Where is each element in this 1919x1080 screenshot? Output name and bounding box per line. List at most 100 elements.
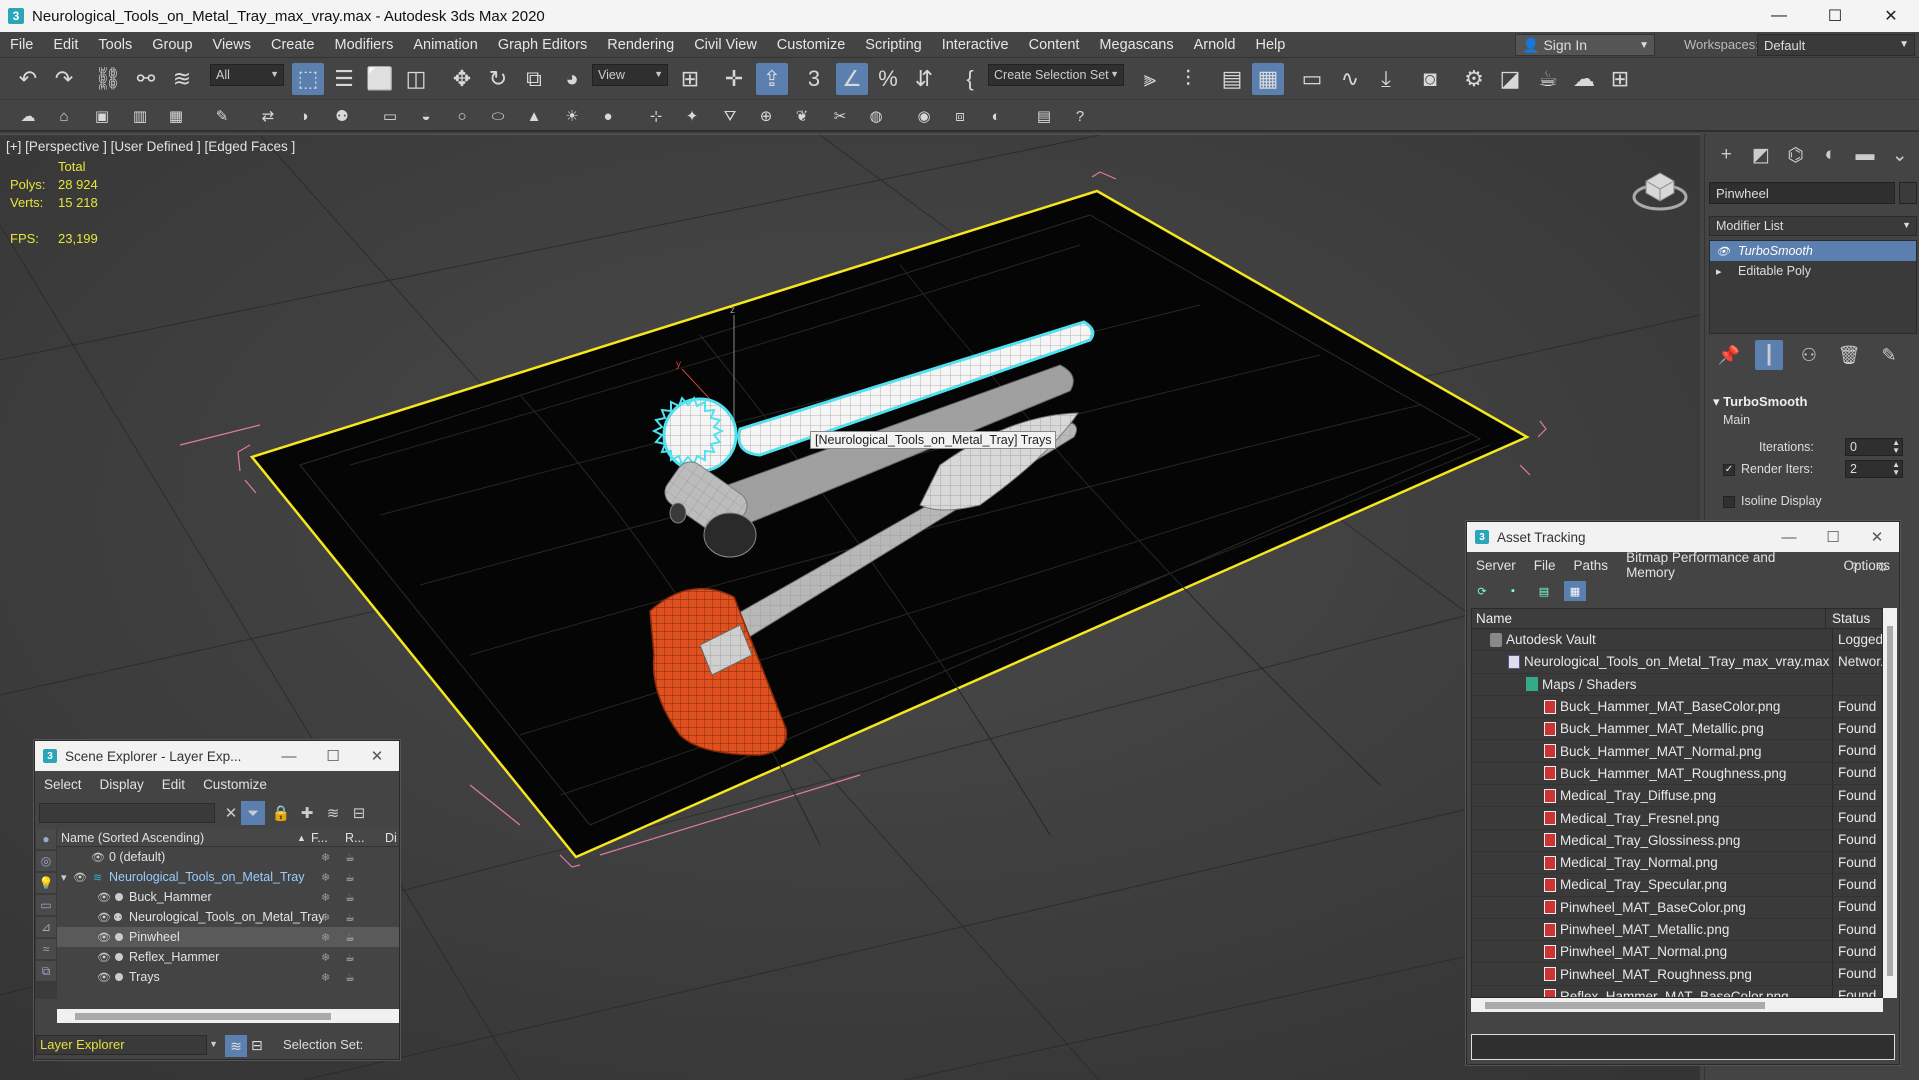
table-row[interactable]: Medical_Tray_Diffuse.png Found [1472, 784, 1882, 808]
freeze-icon[interactable]: ❄ [321, 951, 330, 964]
menu-create[interactable]: Create [261, 37, 325, 53]
menu-modifiers[interactable]: Modifiers [325, 37, 404, 53]
remove-modifier-icon[interactable]: 🗑 [1829, 340, 1869, 370]
table-row[interactable]: Buck_Hammer_MAT_BaseColor.png Found [1472, 695, 1882, 719]
expand-arrow-icon[interactable]: ▸ [1716, 265, 1738, 278]
material-ball-icon[interactable]: ◉ [912, 104, 936, 128]
name-column-header[interactable]: Name (Sorted Ascending) [61, 831, 331, 845]
menu-select[interactable]: Select [35, 777, 91, 792]
percent-snap-icon[interactable]: % [872, 63, 904, 95]
redo-icon[interactable]: ↷ [48, 63, 80, 95]
select-object-icon[interactable]: ⬚ [292, 63, 324, 95]
name-column-header[interactable]: Name [1472, 609, 1826, 628]
render-grid-icon[interactable]: ⊞ [1604, 63, 1636, 95]
isoline-display-checkbox[interactable] [1723, 496, 1735, 508]
render-teapot-icon[interactable]: ☕ [345, 891, 355, 904]
helper-f-icon[interactable]: ✂ [828, 104, 852, 128]
make-unique-icon[interactable]: ⚇ [1789, 340, 1829, 370]
render-teapot-icon[interactable]: ☕ [345, 971, 355, 984]
bind-space-warp-icon[interactable]: ≋ [166, 63, 198, 95]
table-row[interactable]: Medical_Tray_Fresnel.png Found [1472, 807, 1882, 830]
mirror-icon[interactable]: ⫸ [1134, 63, 1166, 95]
display-column-header[interactable]: Di [385, 831, 397, 845]
minimize-button[interactable]: — [1751, 0, 1807, 32]
table-row[interactable]: Pinwheel_MAT_Roughness.png Found [1472, 963, 1882, 986]
tool-b-icon[interactable]: ◑ [292, 104, 316, 128]
menu-interactive[interactable]: Interactive [932, 37, 1019, 53]
eye-icon[interactable]: 👁 [97, 911, 111, 924]
detail-view-icon[interactable]: ▤ [1533, 581, 1555, 601]
helper-c-icon[interactable]: ⛛ [718, 104, 742, 128]
menu-display[interactable]: Display [91, 777, 153, 792]
stack-item-turbosmooth[interactable]: 👁 TurboSmooth [1710, 241, 1916, 261]
display-spacewarps-icon[interactable]: ≈ [36, 939, 56, 959]
list-item[interactable]: 👁 Buck_Hammer ❄ ☕ [57, 887, 399, 907]
refresh-icon[interactable]: ⟳ [1471, 581, 1493, 601]
teapot-icon[interactable]: ☁ [16, 104, 40, 128]
snaps-toggle-icon[interactable]: 3 [798, 63, 830, 95]
table-row[interactable]: Autodesk Vault Logged... [1472, 628, 1882, 652]
table-row[interactable]: Medical_Tray_Specular.png Found [1472, 873, 1882, 897]
eye-icon[interactable]: 👁 [97, 951, 111, 964]
motion-tab-icon[interactable]: ◐ [1813, 140, 1848, 170]
asset-path-field[interactable] [1471, 1034, 1895, 1060]
table-row[interactable]: Neurological_Tools_on_Metal_Tray_max_vra… [1472, 650, 1882, 674]
hierarchy-icon[interactable]: ⊟ [347, 801, 371, 825]
eye-icon[interactable]: 👁 [73, 871, 87, 884]
display-geometry-icon[interactable]: ◎ [36, 851, 56, 871]
menu-paths[interactable]: Paths [1565, 558, 1618, 573]
link-icon[interactable]: ⛓ [92, 63, 124, 95]
scrollbar-thumb[interactable] [1485, 1002, 1765, 1009]
vertical-scrollbar[interactable] [1883, 608, 1897, 998]
toggle-ribbon-icon[interactable]: ▭ [1296, 63, 1328, 95]
place-icon[interactable]: ◕ [556, 63, 588, 95]
pin-stack-icon[interactable]: 📌 [1709, 340, 1749, 370]
display-objects-icon[interactable]: ● [36, 829, 56, 849]
minimize-button[interactable]: — [1767, 529, 1811, 546]
menu-bitmap-performance[interactable]: Bitmap Performance and Memory [1617, 550, 1834, 580]
dome-icon[interactable]: ◒ [414, 104, 438, 128]
help-icon[interactable]: ? [1068, 104, 1092, 128]
settings-icon[interactable]: ⚙ [1877, 560, 1888, 574]
table-row[interactable]: Maps / Shaders [1472, 673, 1882, 696]
sun-icon[interactable]: ☀ [560, 104, 584, 128]
lock-icon[interactable]: 🔒 [269, 801, 293, 825]
menu-server[interactable]: Server [1467, 558, 1525, 573]
select-manipulate-icon[interactable]: ✛ [718, 63, 750, 95]
display-groups-icon[interactable]: ⧉ [36, 961, 56, 981]
render-teapot-icon[interactable]: ☕ [345, 851, 355, 864]
render-iters-spinner[interactable]: 2 ▲ ▼ [1845, 460, 1903, 478]
menu-scripting[interactable]: Scripting [855, 37, 931, 53]
scene-explorer-search-input[interactable] [39, 803, 215, 823]
collapse-arrow-icon[interactable]: ▾ [61, 871, 67, 884]
minimize-button[interactable]: — [267, 748, 311, 765]
menu-customize[interactable]: Customize [194, 777, 276, 792]
maximize-button[interactable]: ☐ [311, 747, 355, 765]
keyboard-shortcut-override-icon[interactable]: ⇪ [756, 63, 788, 95]
freeze-column-header[interactable]: F... [311, 831, 328, 845]
align-icon[interactable]: ⫶ [1172, 63, 1204, 95]
menu-civil-view[interactable]: Civil View [684, 37, 767, 53]
table-row[interactable]: Buck_Hammer_MAT_Normal.png Found [1472, 740, 1882, 763]
material-editor-icon[interactable]: ◙ [1414, 63, 1446, 95]
iterations-spinner[interactable]: 0 ▲ ▼ [1845, 438, 1903, 456]
material-toggle-icon[interactable]: ◐ [984, 104, 1008, 128]
workspace-select[interactable]: Default ▼ [1757, 34, 1915, 56]
menu-help[interactable]: Help [1246, 37, 1296, 53]
table-row[interactable]: Reflex_Hammer_MAT_BaseColor.png Found [1472, 985, 1882, 997]
eye-icon[interactable]: 👁 [91, 851, 105, 864]
eye-icon[interactable]: 👁 [97, 931, 111, 944]
named-selection-set-select[interactable]: Create Selection Set ▼ [988, 64, 1124, 86]
list-item[interactable]: 👁 ⚉ Neurological_Tools_on_Metal_Tray ❄ ☕ [57, 907, 399, 927]
hierarchy-tab-icon[interactable]: ⌬ [1778, 140, 1813, 170]
edit-named-selection-icon[interactable]: { [954, 63, 986, 95]
layer-icon[interactable]: ▥ [128, 104, 152, 128]
schematic-view-icon[interactable]: ⤓ [1370, 63, 1402, 95]
render-production-icon[interactable]: ☕ [1532, 63, 1564, 95]
scene-explorer-toggle-icon[interactable]: ▤ [1216, 63, 1248, 95]
helper-d-icon[interactable]: ⊕ [754, 104, 778, 128]
object-color-swatch[interactable] [1899, 182, 1917, 204]
turbosmooth-rollout-title[interactable]: ▾ TurboSmooth [1713, 394, 1807, 410]
grid-icon[interactable]: ▦ [164, 104, 188, 128]
table-row[interactable]: Medical_Tray_Normal.png Found [1472, 851, 1882, 875]
